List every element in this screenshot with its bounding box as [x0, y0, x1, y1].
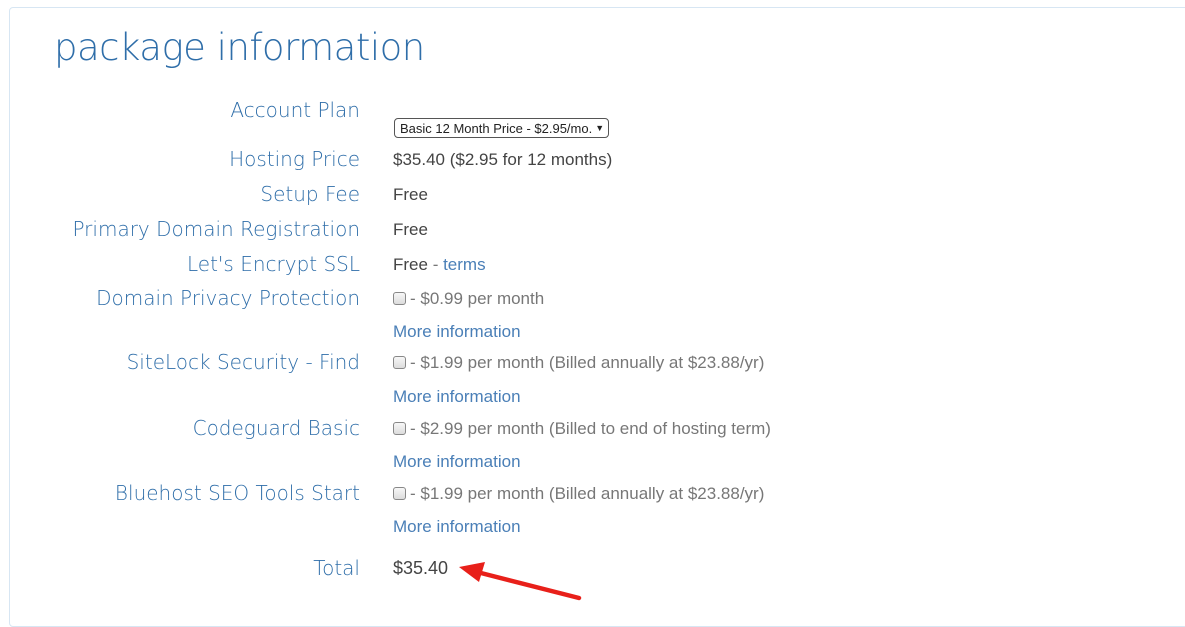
account-plan-label: Account Plan — [230, 98, 360, 122]
seo-tools-checkbox[interactable] — [393, 487, 406, 500]
more-info-link-sitelock[interactable]: More information — [393, 386, 521, 408]
addon-price: - $2.99 per month (Billed to end of host… — [410, 419, 771, 438]
addon-row-codeguard: - $2.99 per month (Billed to end of host… — [393, 418, 771, 440]
addon-row-seo-tools: - $1.99 per month (Billed annually at $2… — [393, 483, 764, 505]
addon-label-seo-tools: Bluehost SEO Tools Start — [114, 481, 360, 505]
primary-domain-value: Free — [393, 220, 428, 239]
more-info-link-domain-privacy[interactable]: More information — [393, 321, 521, 343]
addon-row-sitelock: - $1.99 per month (Billed annually at $2… — [393, 352, 764, 374]
addon-price: - $1.99 per month (Billed annually at $2… — [410, 484, 765, 503]
account-plan-select[interactable]: Basic 12 Month Price - $2.95/mo. ▼ — [394, 118, 610, 138]
addon-row-domain-privacy: - $0.99 per month — [393, 288, 544, 310]
sitelock-checkbox[interactable] — [393, 356, 406, 369]
addon-label-codeguard: Codeguard Basic — [192, 416, 360, 440]
hosting-price-value: $35.40 ($2.95 for 12 months) — [393, 150, 613, 169]
annotation-arrow-icon — [459, 562, 582, 601]
package-panel — [9, 7, 1185, 627]
ssl-terms-link[interactable]: terms — [443, 255, 486, 274]
hosting-price-label: Hosting Price — [229, 147, 360, 171]
total-value: $35.40 — [393, 558, 449, 578]
setup-fee-value: Free — [393, 185, 428, 204]
page-title: package information — [54, 26, 425, 69]
ssl-separator: - — [427, 255, 444, 274]
more-info-link-seo-tools[interactable]: More information — [393, 516, 521, 538]
setup-fee-label: Setup Fee — [260, 182, 360, 206]
chevron-down-icon: ▼ — [595, 122, 605, 133]
primary-domain-label: Primary Domain Registration — [72, 217, 360, 241]
domain-privacy-checkbox[interactable] — [393, 292, 406, 305]
more-info-link-codeguard[interactable]: More information — [393, 451, 521, 473]
ssl-value: Free — [393, 255, 428, 274]
account-plan-selected: Basic 12 Month Price - $2.95/mo. — [400, 120, 593, 136]
addon-label-sitelock: SiteLock Security - Find — [126, 350, 360, 374]
codeguard-checkbox[interactable] — [393, 422, 406, 435]
ssl-label: Let's Encrypt SSL — [186, 252, 360, 276]
addon-price: - $1.99 per month (Billed annually at $2… — [410, 353, 765, 372]
addon-label-domain-privacy: Domain Privacy Protection — [96, 286, 360, 310]
total-label: Total — [313, 556, 360, 580]
ssl-value-row: Free - terms — [393, 254, 486, 276]
addon-price: - $0.99 per month — [410, 289, 545, 308]
